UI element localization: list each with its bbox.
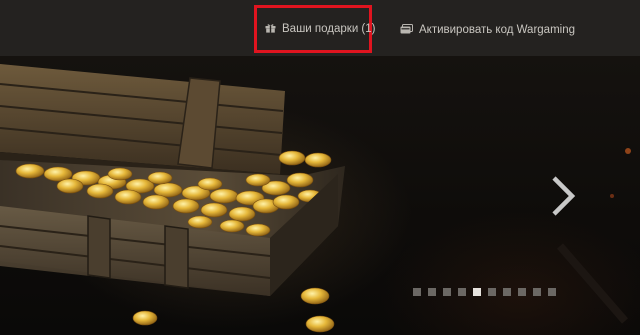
pagination-dot[interactable] (443, 288, 451, 296)
next-slide-button[interactable] (548, 174, 578, 218)
pagination-dot[interactable] (413, 288, 421, 296)
pagination-dot[interactable] (518, 288, 526, 296)
card-icon (400, 23, 413, 37)
pagination-dot[interactable] (533, 288, 541, 296)
slide-pagination (413, 288, 563, 296)
pagination-dot[interactable] (428, 288, 436, 296)
gift-icon (265, 23, 276, 36)
promo-banner (0, 56, 640, 335)
your-gifts-tab[interactable]: Ваши подарки (1) (254, 5, 376, 53)
activate-code-link[interactable]: Активировать код Wargaming (400, 6, 575, 54)
pagination-dot[interactable] (488, 288, 496, 296)
pagination-dot[interactable] (473, 288, 481, 296)
top-navigation-bar: Ваши подарки (1) Активировать код Wargam… (0, 0, 640, 56)
pagination-dot[interactable] (458, 288, 466, 296)
activate-code-label: Активировать код Wargaming (419, 24, 576, 36)
gifts-page: Ваши подарки (1) Активировать код Wargam… (0, 0, 640, 335)
chevron-right-icon (548, 176, 578, 222)
your-gifts-label: Ваши подарки (1) (282, 23, 376, 35)
pagination-dot[interactable] (548, 288, 556, 296)
pagination-dot[interactable] (503, 288, 511, 296)
